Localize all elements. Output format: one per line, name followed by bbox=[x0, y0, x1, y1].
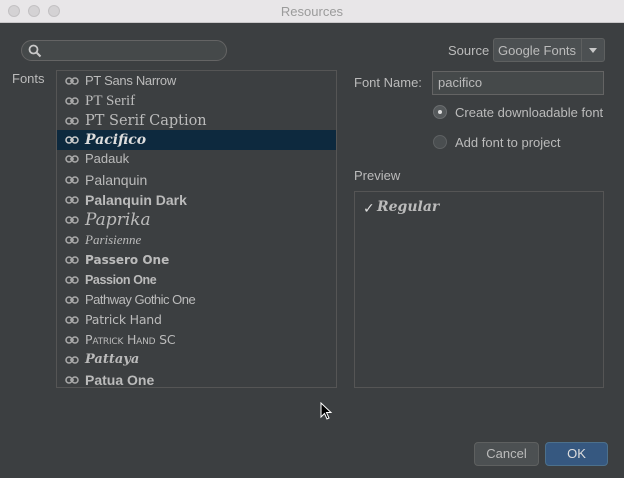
link-icon bbox=[65, 136, 79, 144]
font-name: Palanquin Dark bbox=[85, 192, 187, 208]
link-icon bbox=[65, 376, 79, 384]
source-label: Source bbox=[448, 43, 490, 58]
font-list-item[interactable]: Pathway Gothic One bbox=[57, 290, 336, 310]
font-list-item[interactable]: Palanquin bbox=[57, 170, 336, 190]
window-title: Resources bbox=[280, 4, 344, 19]
check-icon: ✓ bbox=[363, 200, 375, 216]
font-name-field[interactable]: pacifico bbox=[432, 71, 604, 95]
font-list-item[interactable]: Palanquin Dark bbox=[57, 190, 336, 210]
fonts-label: Fonts bbox=[12, 71, 45, 86]
font-name: Pacifico bbox=[85, 132, 147, 148]
link-icon bbox=[65, 316, 79, 324]
add-font-to-project-label[interactable]: Add font to project bbox=[455, 135, 561, 150]
link-icon bbox=[65, 216, 79, 224]
link-icon bbox=[65, 336, 79, 344]
font-name: Palanquin bbox=[85, 172, 148, 188]
chevron-down-icon bbox=[589, 48, 597, 53]
font-name: Patua One bbox=[85, 372, 155, 388]
link-icon bbox=[65, 256, 79, 264]
font-name: Pathway Gothic One bbox=[85, 292, 196, 307]
source-selected-value: Google Fonts bbox=[498, 43, 577, 58]
font-name: Pattaya bbox=[85, 352, 140, 367]
title-bar: Resources bbox=[0, 0, 624, 23]
search-input[interactable] bbox=[21, 40, 227, 61]
link-icon bbox=[65, 296, 79, 304]
font-list-item[interactable]: Patrick Hand bbox=[57, 310, 336, 330]
font-list-item-selected[interactable]: Pacifico bbox=[57, 130, 336, 150]
font-list-item[interactable]: Passion One bbox=[57, 270, 336, 290]
preview-panel: ✓ Regular bbox=[354, 191, 604, 388]
font-list-item[interactable]: Parisienne bbox=[57, 230, 336, 250]
source-dropdown[interactable]: Google Fonts bbox=[493, 38, 605, 62]
font-name: Passero One bbox=[85, 253, 170, 267]
font-list-item[interactable]: PT Serif Caption bbox=[57, 111, 336, 131]
font-name: PT Serif bbox=[85, 93, 136, 109]
preview-label: Preview bbox=[354, 168, 401, 183]
font-list-item[interactable]: Pattaya bbox=[57, 350, 336, 370]
cancel-button[interactable]: Cancel bbox=[474, 442, 539, 466]
mouse-cursor-icon bbox=[320, 402, 333, 420]
font-name-value: pacifico bbox=[438, 75, 483, 90]
search-icon bbox=[28, 44, 42, 58]
add-font-to-project-radio[interactable] bbox=[433, 135, 447, 149]
link-icon bbox=[65, 176, 79, 184]
preview-style-regular[interactable]: Regular bbox=[377, 199, 439, 215]
ok-button[interactable]: OK bbox=[545, 442, 608, 466]
font-list-item[interactable]: PT Sans Narrow bbox=[57, 71, 336, 91]
font-list-item[interactable]: Patua One bbox=[57, 370, 336, 388]
font-name: Paprika bbox=[85, 210, 151, 230]
create-downloadable-font-label[interactable]: Create downloadable font bbox=[455, 105, 604, 120]
link-icon bbox=[65, 97, 79, 105]
font-list-item[interactable]: Paprika bbox=[57, 210, 336, 230]
link-icon bbox=[65, 236, 79, 244]
link-icon bbox=[65, 77, 79, 85]
font-name: PT Sans Narrow bbox=[85, 73, 176, 88]
font-list-item[interactable]: Padauk bbox=[57, 149, 336, 169]
link-icon bbox=[65, 276, 79, 284]
font-list[interactable]: PT Sans Narrow PT Serif PT Serif Caption… bbox=[56, 70, 337, 388]
link-icon bbox=[65, 117, 79, 125]
font-name: PT Serif Caption bbox=[85, 113, 207, 129]
font-list-item[interactable]: Patrick Hand SC bbox=[57, 330, 336, 350]
font-name: Patrick Hand SC bbox=[85, 332, 176, 347]
font-name: Parisienne bbox=[85, 232, 142, 247]
font-name: Padauk bbox=[85, 151, 130, 166]
font-name: Patrick Hand bbox=[85, 312, 162, 327]
link-icon bbox=[65, 356, 79, 364]
font-list-item[interactable]: Passero One bbox=[57, 250, 336, 270]
font-name-label: Font Name: bbox=[354, 75, 422, 90]
link-icon bbox=[65, 196, 79, 204]
create-downloadable-font-radio[interactable] bbox=[433, 105, 447, 119]
dropdown-arrow-button[interactable] bbox=[581, 39, 604, 61]
font-list-item[interactable]: PT Serif bbox=[57, 91, 336, 111]
link-icon bbox=[65, 155, 79, 163]
font-name: Passion One bbox=[85, 273, 157, 287]
